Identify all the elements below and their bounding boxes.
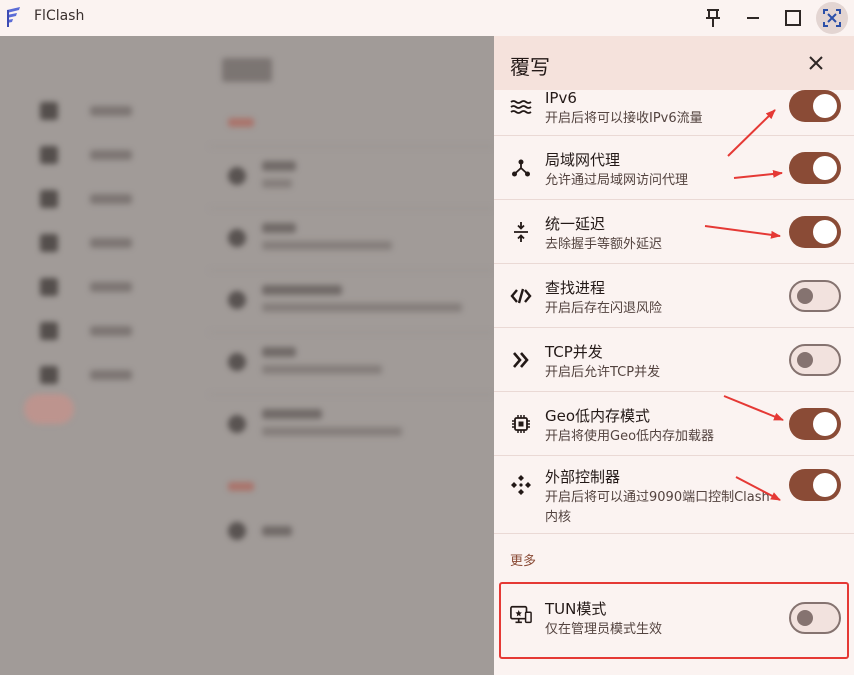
setting-title: IPv6 <box>545 89 577 107</box>
double-chevron-icon <box>510 349 532 371</box>
bg-nav-item <box>40 364 132 386</box>
setting-row-find-process[interactable]: 查找进程 开启后存在闪退风险 <box>494 264 854 328</box>
blurred-main-content <box>0 36 494 675</box>
tcp-concurrent-toggle[interactable] <box>789 344 841 376</box>
app-title: FlClash <box>34 8 85 24</box>
bg-nav-selected <box>24 394 74 424</box>
settings-list: IPv6 开启后将可以接收IPv6流量 局域网代理 允许通过局域网访问代理 统一… <box>494 89 854 662</box>
setting-title: 查找进程 <box>545 279 606 297</box>
more-section-label: 更多 <box>510 554 537 569</box>
external-controller-toggle[interactable] <box>789 469 841 501</box>
setting-subtitle: 去除握手等额外延迟 <box>545 237 663 252</box>
lan-hub-icon <box>510 157 532 179</box>
unified-delay-toggle[interactable] <box>789 216 841 248</box>
chip-icon <box>510 413 532 435</box>
setting-subtitle: 允许通过局域网访问代理 <box>545 173 689 188</box>
fullscreen-icon <box>823 9 841 27</box>
bg-row <box>210 394 494 456</box>
setting-title: 局域网代理 <box>545 151 621 169</box>
panel-title: 覆写 <box>510 55 550 79</box>
setting-subtitle: 仅在管理员模式生效 <box>545 622 663 637</box>
setting-title: 统一延迟 <box>545 215 606 233</box>
setting-subtitle: 开启后将可以接收IPv6流量 <box>545 111 703 126</box>
setting-subtitle: 开启后允许TCP并发 <box>545 365 661 380</box>
app-logo-icon <box>4 5 24 29</box>
lan-proxy-toggle[interactable] <box>789 152 841 184</box>
ipv6-toggle[interactable] <box>789 90 841 122</box>
setting-title: Geo低内存模式 <box>545 407 651 425</box>
setting-row-tcp-concurrent[interactable]: TCP并发 开启后允许TCP并发 <box>494 328 854 392</box>
close-button[interactable] <box>800 47 832 79</box>
minimize-icon <box>747 17 759 19</box>
setting-row-ipv6[interactable]: IPv6 开启后将可以接收IPv6流量 <box>494 89 854 136</box>
setting-subtitle: 开启将使用Geo低内存加载器 <box>545 429 715 444</box>
title-bar: FlClash <box>0 0 854 36</box>
setting-subtitle: 开启后存在闪退风险 <box>545 301 663 316</box>
setting-subtitle: 开启后将可以通过9090端口控制Clash内核 <box>545 490 770 525</box>
more-section: 更多 <box>494 534 854 584</box>
bg-nav-item <box>40 232 132 254</box>
setting-row-tun[interactable]: TUN模式 仅在管理员模式生效 <box>494 584 854 662</box>
bg-row <box>210 146 494 208</box>
controller-icon <box>510 474 532 496</box>
setting-row-external-controller[interactable]: 外部控制器 开启后将可以通过9090端口控制Clash内核 <box>494 456 854 534</box>
fullscreen-button[interactable] <box>816 2 848 34</box>
geo-low-memory-toggle[interactable] <box>789 408 841 440</box>
setting-row-unified-delay[interactable]: 统一延迟 去除握手等额外延迟 <box>494 200 854 264</box>
bg-row <box>210 270 494 332</box>
bg-nav-item <box>40 320 132 342</box>
override-panel: 覆写 IPv6 开启后将可以接收IPv6流量 局域网代理 允许通过局域网访问代理… <box>494 36 854 675</box>
setting-row-lan-proxy[interactable]: 局域网代理 允许通过局域网访问代理 <box>494 136 854 200</box>
close-icon <box>809 56 823 70</box>
bg-row <box>210 332 494 394</box>
bg-row <box>210 208 494 270</box>
find-process-toggle[interactable] <box>789 280 841 312</box>
setting-title: TCP并发 <box>545 343 603 361</box>
pin-icon <box>706 9 720 27</box>
pin-button[interactable] <box>698 4 728 32</box>
compress-icon <box>510 221 532 243</box>
setting-row-geo-low-memory[interactable]: Geo低内存模式 开启将使用Geo低内存加载器 <box>494 392 854 456</box>
bg-nav-item <box>40 188 132 210</box>
waves-icon <box>510 96 532 118</box>
code-slash-icon <box>510 285 532 307</box>
minimize-button[interactable] <box>738 4 768 32</box>
panel-header: 覆写 <box>494 36 854 90</box>
bg-page-title-placeholder <box>222 58 272 82</box>
bg-section-label <box>228 118 254 127</box>
monitor-icon <box>510 604 532 626</box>
maximize-button[interactable] <box>778 4 808 32</box>
setting-title: 外部控制器 <box>545 468 621 486</box>
dimmed-background[interactable] <box>0 36 494 675</box>
maximize-icon <box>785 10 801 26</box>
bg-nav-item <box>40 144 132 166</box>
bg-nav-item <box>40 276 132 298</box>
bg-row <box>210 502 494 564</box>
bg-nav-item <box>40 100 132 122</box>
bg-section-label <box>228 482 254 491</box>
setting-title: TUN模式 <box>545 600 607 618</box>
tun-toggle[interactable] <box>789 602 841 634</box>
